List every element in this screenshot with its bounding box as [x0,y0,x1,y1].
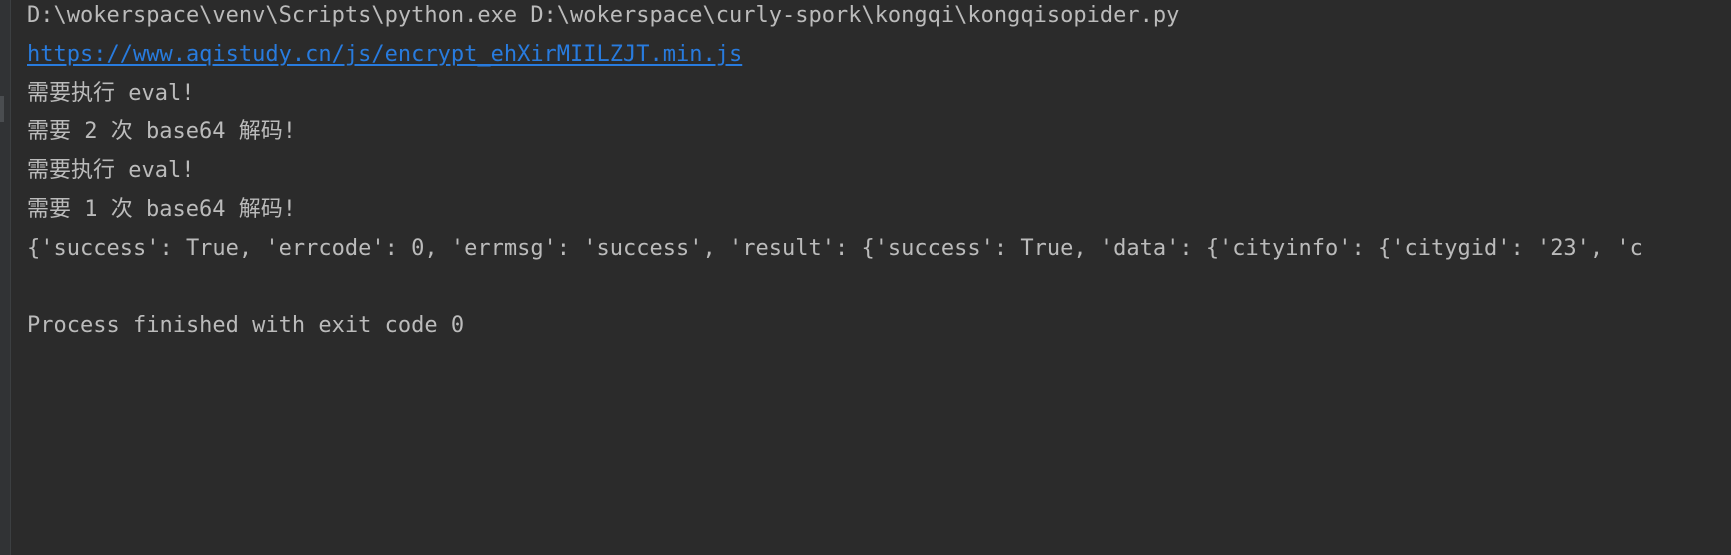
gutter-marker [0,96,4,122]
output-line: 需要执行 eval! [27,158,195,184]
console-output[interactable]: D:\wokerspace\venv\Scripts\python.exe D:… [27,0,1731,349]
output-line: 需要 2 次 base64 解码! [27,119,296,145]
result-json-line: {'success': True, 'errcode': 0, 'errmsg'… [27,235,1643,261]
command-line: D:\wokerspace\venv\Scripts\python.exe D:… [27,3,1180,28]
output-line: 需要执行 eval! [27,80,195,106]
script-url-link[interactable]: https://www.aqistudy.cn/js/encrypt_ehXir… [27,39,1731,78]
output-line: 需要 1 次 base64 解码! [27,196,296,222]
exit-message: Process finished with exit code 0 [27,313,465,339]
console-gutter [0,0,11,555]
run-console: D:\wokerspace\venv\Scripts\python.exe D:… [0,0,1731,555]
